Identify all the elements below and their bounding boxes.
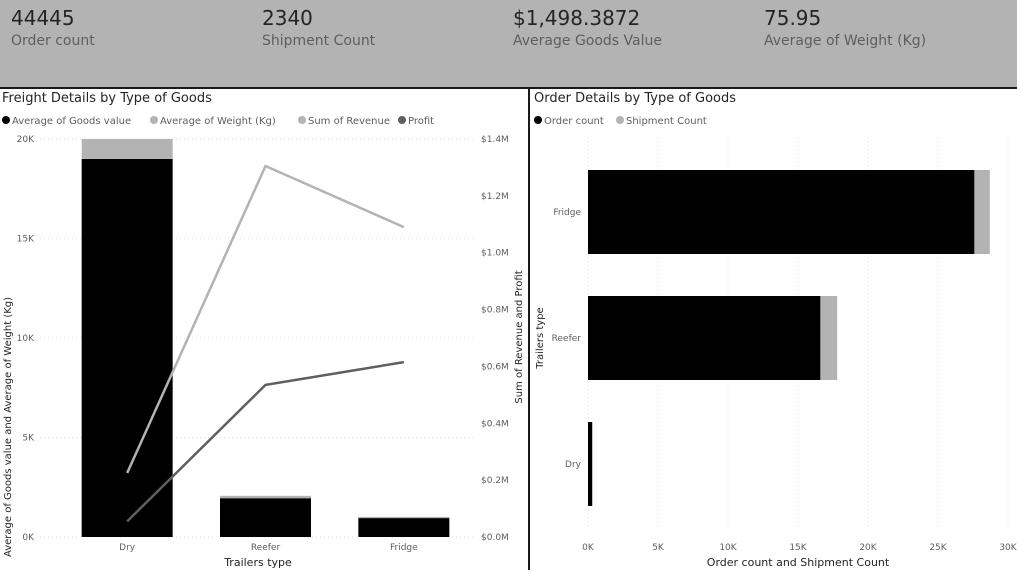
legend-swatch bbox=[2, 116, 10, 124]
y-axis-title: Average of Goods value and Average of We… bbox=[3, 297, 14, 557]
chart-title: Freight Details by Type of Goods bbox=[2, 91, 212, 106]
bar-series[interactable] bbox=[81, 139, 450, 537]
freight-details-chart[interactable]: Freight Details by Type of Goods Average… bbox=[0, 89, 528, 570]
freight-details-visual[interactable]: Freight Details by Type of Goods Average… bbox=[0, 89, 528, 570]
y-tick-label: 20K bbox=[17, 135, 35, 145]
x-tick-label: 20K bbox=[859, 543, 877, 553]
order-details-chart[interactable]: Order Details by Type of Goods Order cou… bbox=[530, 89, 1017, 570]
legend-item-average-of-weight-kg[interactable]: Average of Weight (Kg) bbox=[150, 116, 276, 127]
y2-tick-label: $1.2M bbox=[481, 192, 509, 202]
bar-shipment-count-dry[interactable] bbox=[592, 422, 593, 506]
y2-tick-label: $0.0M bbox=[481, 533, 509, 543]
y2-axis-title: Sum of Revenue and Profit bbox=[514, 270, 525, 403]
kpi-value: 2340 bbox=[262, 6, 313, 30]
y2-tick-label: $0.4M bbox=[481, 419, 509, 429]
legend-label: Shipment Count bbox=[626, 116, 707, 127]
x-tick-label: Reefer bbox=[251, 543, 281, 553]
x-tick-label: 30K bbox=[999, 543, 1017, 553]
kpi-label: Average of Weight (Kg) bbox=[764, 33, 927, 49]
y2-axis-ticks: $0.0M $0.2M $0.4M $0.6M $0.8M $1.0M $1.2M $1.4M bbox=[481, 135, 509, 543]
chart-title: Order Details by Type of Goods bbox=[534, 91, 736, 106]
x-axis-title: Order count and Shipment Count bbox=[707, 556, 890, 569]
kpi-value: 44445 bbox=[11, 6, 75, 30]
legend-swatch bbox=[398, 116, 406, 124]
bar-goods-value-reefer[interactable] bbox=[220, 498, 311, 537]
bar-order-count-dry[interactable] bbox=[588, 422, 593, 506]
x-tick-label: 10K bbox=[719, 543, 737, 553]
legend-swatch bbox=[298, 116, 306, 124]
x-tick-label: 0K bbox=[582, 543, 595, 553]
y2-tick-label: $0.8M bbox=[481, 306, 509, 316]
y-category-label: Fridge bbox=[553, 208, 581, 218]
legend-swatch bbox=[534, 116, 542, 124]
legend-item-sum-of-revenue[interactable]: Sum of Revenue bbox=[298, 116, 390, 127]
kpi-value: $1,498.3872 bbox=[513, 6, 641, 30]
bar-series[interactable] bbox=[588, 170, 990, 506]
x-axis-ticks: Dry Reefer Fridge bbox=[119, 543, 418, 553]
chart-legend[interactable]: Order count Shipment Count bbox=[534, 116, 707, 127]
kpi-card-order-count[interactable]: 44445 Order count bbox=[11, 5, 95, 51]
kpi-label: Shipment Count bbox=[262, 33, 376, 49]
legend-item-order-count[interactable]: Order count bbox=[534, 116, 604, 127]
kpi-band: 44445 Order count 2340 Shipment Count $1… bbox=[0, 0, 1017, 89]
kpi-card-average-goods-value[interactable]: $1,498.3872 Average Goods Value bbox=[513, 5, 662, 51]
legend-label: Average of Weight (Kg) bbox=[160, 116, 276, 127]
y2-tick-label: $0.2M bbox=[481, 476, 509, 486]
kpi-card-average-weight[interactable]: 75.95 Average of Weight (Kg) bbox=[764, 5, 926, 51]
y2-tick-label: $0.6M bbox=[481, 362, 509, 372]
x-tick-label: Fridge bbox=[390, 543, 418, 553]
order-details-visual[interactable]: Order Details by Type of Goods Order cou… bbox=[530, 89, 1017, 570]
y-tick-label: 0K bbox=[22, 533, 35, 543]
x-axis-ticks: 0K 5K 10K 15K 20K 25K 30K bbox=[582, 543, 1017, 553]
y-tick-label: 5K bbox=[22, 434, 35, 444]
legend-label: Average of Goods value bbox=[12, 116, 131, 127]
x-tick-label: 25K bbox=[929, 543, 947, 553]
kpi-card-shipment-count[interactable]: 2340 Shipment Count bbox=[262, 5, 375, 51]
y-axis-ticks: 0K 5K 10K 15K 20K bbox=[17, 135, 35, 543]
legend-swatch bbox=[616, 116, 624, 124]
x-tick-label: 15K bbox=[789, 543, 807, 553]
bar-shipment-count-fridge[interactable] bbox=[974, 170, 990, 254]
kpi-label: Average Goods Value bbox=[513, 33, 662, 49]
bar-weight-reefer[interactable] bbox=[220, 495, 311, 499]
legend-label: Sum of Revenue bbox=[308, 116, 390, 127]
bar-shipment-count-reefer[interactable] bbox=[820, 296, 838, 380]
bar-weight-fridge[interactable] bbox=[358, 516, 450, 519]
legend-label: Order count bbox=[544, 116, 604, 127]
legend-item-profit[interactable]: Profit bbox=[398, 116, 434, 127]
bar-weight-dry[interactable] bbox=[81, 139, 173, 159]
x-axis-title: Trailers type bbox=[223, 556, 292, 569]
kpi-label: Order count bbox=[11, 33, 95, 49]
y-axis-title: Trailers type bbox=[535, 307, 546, 369]
legend-item-shipment-count[interactable]: Shipment Count bbox=[616, 116, 707, 127]
y2-tick-label: $1.0M bbox=[481, 249, 509, 259]
bar-order-count-fridge[interactable] bbox=[588, 170, 975, 254]
y-tick-label: 10K bbox=[17, 334, 35, 344]
legend-swatch bbox=[150, 116, 158, 124]
legend-label: Profit bbox=[408, 116, 434, 127]
bar-goods-value-fridge[interactable] bbox=[358, 518, 450, 537]
x-tick-label: Dry bbox=[119, 543, 136, 553]
y-axis-categories: Fridge Reefer Dry bbox=[552, 208, 582, 470]
bar-goods-value-dry[interactable] bbox=[81, 158, 173, 537]
y-category-label: Dry bbox=[565, 460, 582, 470]
y2-tick-label: $1.4M bbox=[481, 135, 509, 145]
y-category-label: Reefer bbox=[552, 334, 582, 344]
y-tick-label: 15K bbox=[17, 235, 35, 245]
x-tick-label: 5K bbox=[652, 543, 665, 553]
legend-item-average-of-goods-value[interactable]: Average of Goods value bbox=[2, 116, 131, 127]
chart-legend[interactable]: Average of Goods value Average of Weight … bbox=[2, 116, 434, 127]
kpi-value: 75.95 bbox=[764, 6, 822, 30]
bar-order-count-reefer[interactable] bbox=[588, 296, 821, 380]
